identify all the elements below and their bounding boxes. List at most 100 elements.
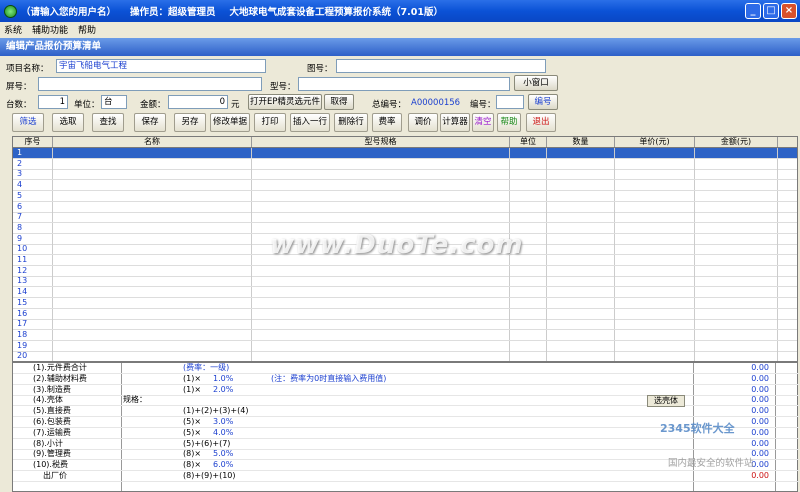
table-cell[interactable] <box>615 158 695 169</box>
table-cell[interactable] <box>778 223 797 233</box>
table-cell[interactable] <box>695 180 778 191</box>
number-input[interactable] <box>496 95 524 109</box>
table-cell[interactable] <box>695 308 778 319</box>
table-cell[interactable] <box>615 212 695 223</box>
number-button[interactable]: 编号 <box>528 94 558 110</box>
table-cell[interactable] <box>53 190 252 201</box>
summary-rate[interactable]: 5.0% <box>213 449 233 459</box>
table-cell[interactable] <box>778 341 797 351</box>
table-cell[interactable] <box>547 340 615 351</box>
table-cell[interactable] <box>778 319 797 329</box>
table-cell[interactable] <box>695 148 778 158</box>
table-row[interactable]: 16 <box>13 308 797 320</box>
table-cell[interactable] <box>53 212 252 223</box>
table-row[interactable]: 20 <box>13 351 797 361</box>
table-cell[interactable] <box>778 266 797 276</box>
table-row[interactable]: 17 <box>13 319 797 331</box>
table-cell[interactable] <box>510 287 547 298</box>
table-cell[interactable] <box>547 255 615 265</box>
table-cell[interactable] <box>53 158 252 169</box>
table-cell[interactable] <box>547 158 615 169</box>
table-row[interactable]: 19 <box>13 340 797 352</box>
table-cell[interactable] <box>510 158 547 169</box>
table-cell[interactable] <box>547 297 615 308</box>
table-row[interactable]: 18 <box>13 329 797 341</box>
toolbar-calculator-button[interactable]: 计算器 <box>440 113 470 132</box>
toolbar-save-button[interactable]: 保存 <box>134 113 166 132</box>
table-cell[interactable] <box>510 265 547 276</box>
table-cell[interactable] <box>695 297 778 308</box>
table-cell[interactable] <box>547 276 615 287</box>
table-cell[interactable] <box>615 201 695 212</box>
table-cell[interactable] <box>778 309 797 319</box>
table-cell[interactable] <box>778 148 797 158</box>
table-cell[interactable] <box>615 169 695 180</box>
table-cell[interactable] <box>547 287 615 298</box>
drawing-input[interactable] <box>336 59 546 73</box>
table-cell[interactable] <box>510 276 547 287</box>
table-cell[interactable] <box>615 233 695 244</box>
table-cell[interactable] <box>53 180 252 191</box>
table-cell[interactable] <box>778 180 797 190</box>
toolbar-saveas-button[interactable]: 另存 <box>174 113 206 132</box>
summary-rate[interactable]: 1.0% <box>213 374 233 384</box>
table-cell[interactable] <box>615 297 695 308</box>
table-cell[interactable] <box>695 287 778 298</box>
toolbar-help-button[interactable]: 帮助 <box>497 113 521 132</box>
small-window-button[interactable]: 小窗口 <box>514 75 558 91</box>
table-cell[interactable] <box>510 308 547 319</box>
table-cell[interactable] <box>547 169 615 180</box>
table-row[interactable]: 1 <box>13 148 797 159</box>
table-cell[interactable] <box>695 276 778 287</box>
toolbar-filter-button[interactable]: 筛选 <box>12 113 44 132</box>
toolbar-edit-doc-button[interactable]: 修改单据 <box>210 113 250 132</box>
table-cell[interactable] <box>252 351 510 361</box>
toolbar-insert-row-button[interactable]: 插入一行 <box>290 113 330 132</box>
menu-aux[interactable]: 辅助功能 <box>32 23 68 36</box>
toolbar-clear-button[interactable]: 清空 <box>472 113 494 132</box>
table-cell[interactable] <box>252 180 510 191</box>
table-cell[interactable] <box>510 351 547 361</box>
table-cell[interactable] <box>778 191 797 201</box>
table-cell[interactable] <box>53 255 252 265</box>
table-cell[interactable] <box>615 265 695 276</box>
table-cell[interactable] <box>547 308 615 319</box>
table-cell[interactable] <box>252 329 510 340</box>
table-cell[interactable] <box>510 180 547 191</box>
summary-rate[interactable]: 6.0% <box>213 460 233 470</box>
table-cell[interactable] <box>695 351 778 361</box>
summary-rate[interactable]: 4.0% <box>213 428 233 438</box>
table-cell[interactable] <box>252 297 510 308</box>
table-cell[interactable] <box>252 276 510 287</box>
table-cell[interactable] <box>53 169 252 180</box>
col-name[interactable]: 名称 <box>53 137 252 147</box>
table-cell[interactable] <box>53 329 252 340</box>
toolbar-exit-button[interactable]: 退出 <box>526 113 556 132</box>
table-cell[interactable] <box>778 276 797 286</box>
table-cell[interactable] <box>510 297 547 308</box>
table-cell[interactable] <box>547 212 615 223</box>
table-cell[interactable] <box>252 148 510 158</box>
table-cell[interactable] <box>695 222 778 233</box>
table-cell[interactable] <box>53 276 252 287</box>
table-cell[interactable] <box>252 340 510 351</box>
table-cell[interactable] <box>53 351 252 361</box>
col-amount[interactable]: 金额(元) <box>695 137 778 147</box>
amount-input[interactable]: 0 <box>168 95 228 109</box>
table-cell[interactable] <box>547 319 615 330</box>
table-cell[interactable] <box>615 255 695 265</box>
table-cell[interactable] <box>778 351 797 361</box>
table-cell[interactable] <box>547 148 615 158</box>
table-cell[interactable] <box>53 319 252 330</box>
table-row[interactable]: 3 <box>13 169 797 181</box>
col-seq[interactable]: 序号 <box>13 137 53 147</box>
table-cell[interactable] <box>252 319 510 330</box>
table-cell[interactable] <box>615 308 695 319</box>
table-cell[interactable] <box>510 340 547 351</box>
table-cell[interactable] <box>615 319 695 330</box>
table-cell[interactable] <box>778 255 797 265</box>
table-row[interactable]: 13 <box>13 276 797 288</box>
table-cell[interactable] <box>778 169 797 179</box>
table-row[interactable]: 7 <box>13 212 797 224</box>
table-cell[interactable] <box>53 244 252 255</box>
